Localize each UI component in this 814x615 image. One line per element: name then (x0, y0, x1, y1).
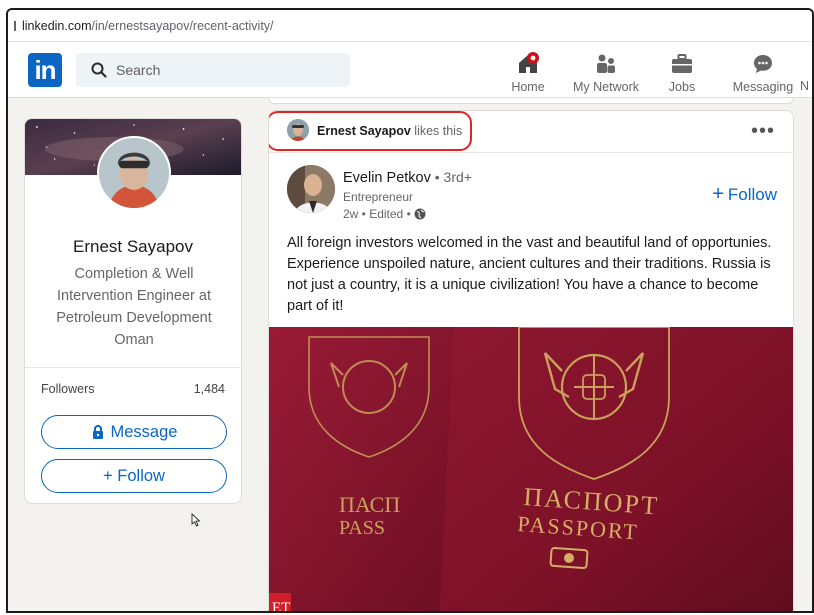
post-follow-label: Follow (727, 185, 777, 204)
post-timestamp: 2w • Edited • (343, 207, 411, 221)
more-options-button[interactable]: ••• (751, 121, 775, 141)
mouse-cursor-icon (191, 513, 201, 527)
plus-icon: + (712, 183, 724, 205)
home-icon (519, 52, 539, 73)
site-info-icon[interactable] (14, 20, 16, 31)
divider (25, 367, 241, 368)
message-button[interactable]: Message (41, 415, 227, 449)
nav-home[interactable]: Home (508, 46, 548, 94)
nav-jobs-label: Jobs (668, 80, 696, 94)
post-meta: 2w • Edited • (343, 207, 426, 221)
briefcase-icon (672, 54, 692, 73)
et-watermark: ET (272, 600, 290, 613)
feed-post: Ernest Sayapov likes this ••• Evelin Pet… (268, 110, 794, 613)
browser-window: linkedin.com/in/ernestsayapov/recent-act… (6, 8, 814, 613)
nav-jobs[interactable]: Jobs (664, 46, 700, 94)
nav-my-network-label: My Network (573, 80, 639, 94)
social-context-row: Ernest Sayapov likes this ••• (269, 111, 793, 153)
red-annotation-outline (269, 111, 472, 151)
previous-post-edge (268, 98, 794, 104)
author-title: Entrepreneur (343, 190, 414, 204)
people-icon (597, 54, 615, 73)
nav-notifications-cut[interactable]: N (800, 79, 809, 93)
post-follow-button[interactable]: + Follow (712, 183, 777, 206)
profile-headline: Completion & Well Intervention Engineer … (56, 266, 212, 348)
profile-avatar[interactable] (97, 136, 171, 210)
messaging-icon (754, 55, 772, 73)
nav-messaging-label: Messaging (732, 80, 794, 94)
followers-label: Followers (41, 382, 95, 396)
passport-photo: ПАСП PASS ПАСПОРТ PASSPORT ET (269, 327, 793, 613)
url-host: linkedin.com (22, 18, 92, 33)
post-body-text: All foreign investors welcomed in the va… (287, 235, 772, 314)
url-path: /in/ernestsayapov/recent-activity/ (91, 18, 274, 33)
address-bar[interactable]: linkedin.com/in/ernestsayapov/recent-act… (8, 10, 812, 42)
nav-messaging[interactable]: Messaging (728, 46, 798, 94)
author-name-line[interactable]: Evelin Petkov • 3rd+ (343, 169, 472, 186)
search-input[interactable]: Search (76, 53, 350, 87)
followers-count: 1,484 (193, 382, 225, 396)
profile-follow-label: + Follow (103, 466, 165, 485)
profile-card: Ernest Sayapov Completion & Well Interve… (24, 118, 242, 504)
profile-follow-button[interactable]: + Follow (41, 459, 227, 493)
back-passport-en: PASS (339, 517, 385, 539)
back-passport-ru: ПАСП (339, 492, 400, 517)
nav-home-label: Home (511, 80, 545, 94)
lock-icon (92, 425, 103, 439)
author-name: Evelin Petkov (343, 170, 431, 186)
search-placeholder: Search (116, 62, 161, 78)
globe-icon (414, 208, 426, 220)
linkedin-logo[interactable]: in (28, 53, 62, 87)
message-button-label: Message (110, 422, 178, 441)
author-avatar[interactable] (287, 165, 335, 213)
top-navigation: in Search Home My Network Jobs Messaging… (8, 42, 812, 98)
search-icon (91, 62, 107, 78)
post-image[interactable]: ПАСП PASS ПАСПОРТ PASSPORT ET (269, 327, 793, 613)
nav-my-network[interactable]: My Network (568, 46, 644, 94)
connection-degree: • 3rd+ (430, 169, 472, 185)
profile-name[interactable]: Ernest Sayapov (25, 237, 241, 257)
